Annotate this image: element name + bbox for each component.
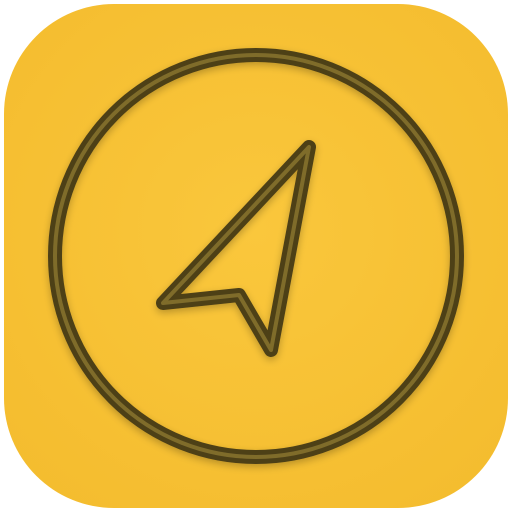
app-icon[interactable] [0, 0, 512, 512]
app-icon-graphic [4, 4, 508, 508]
icon-tile-background [4, 4, 508, 508]
